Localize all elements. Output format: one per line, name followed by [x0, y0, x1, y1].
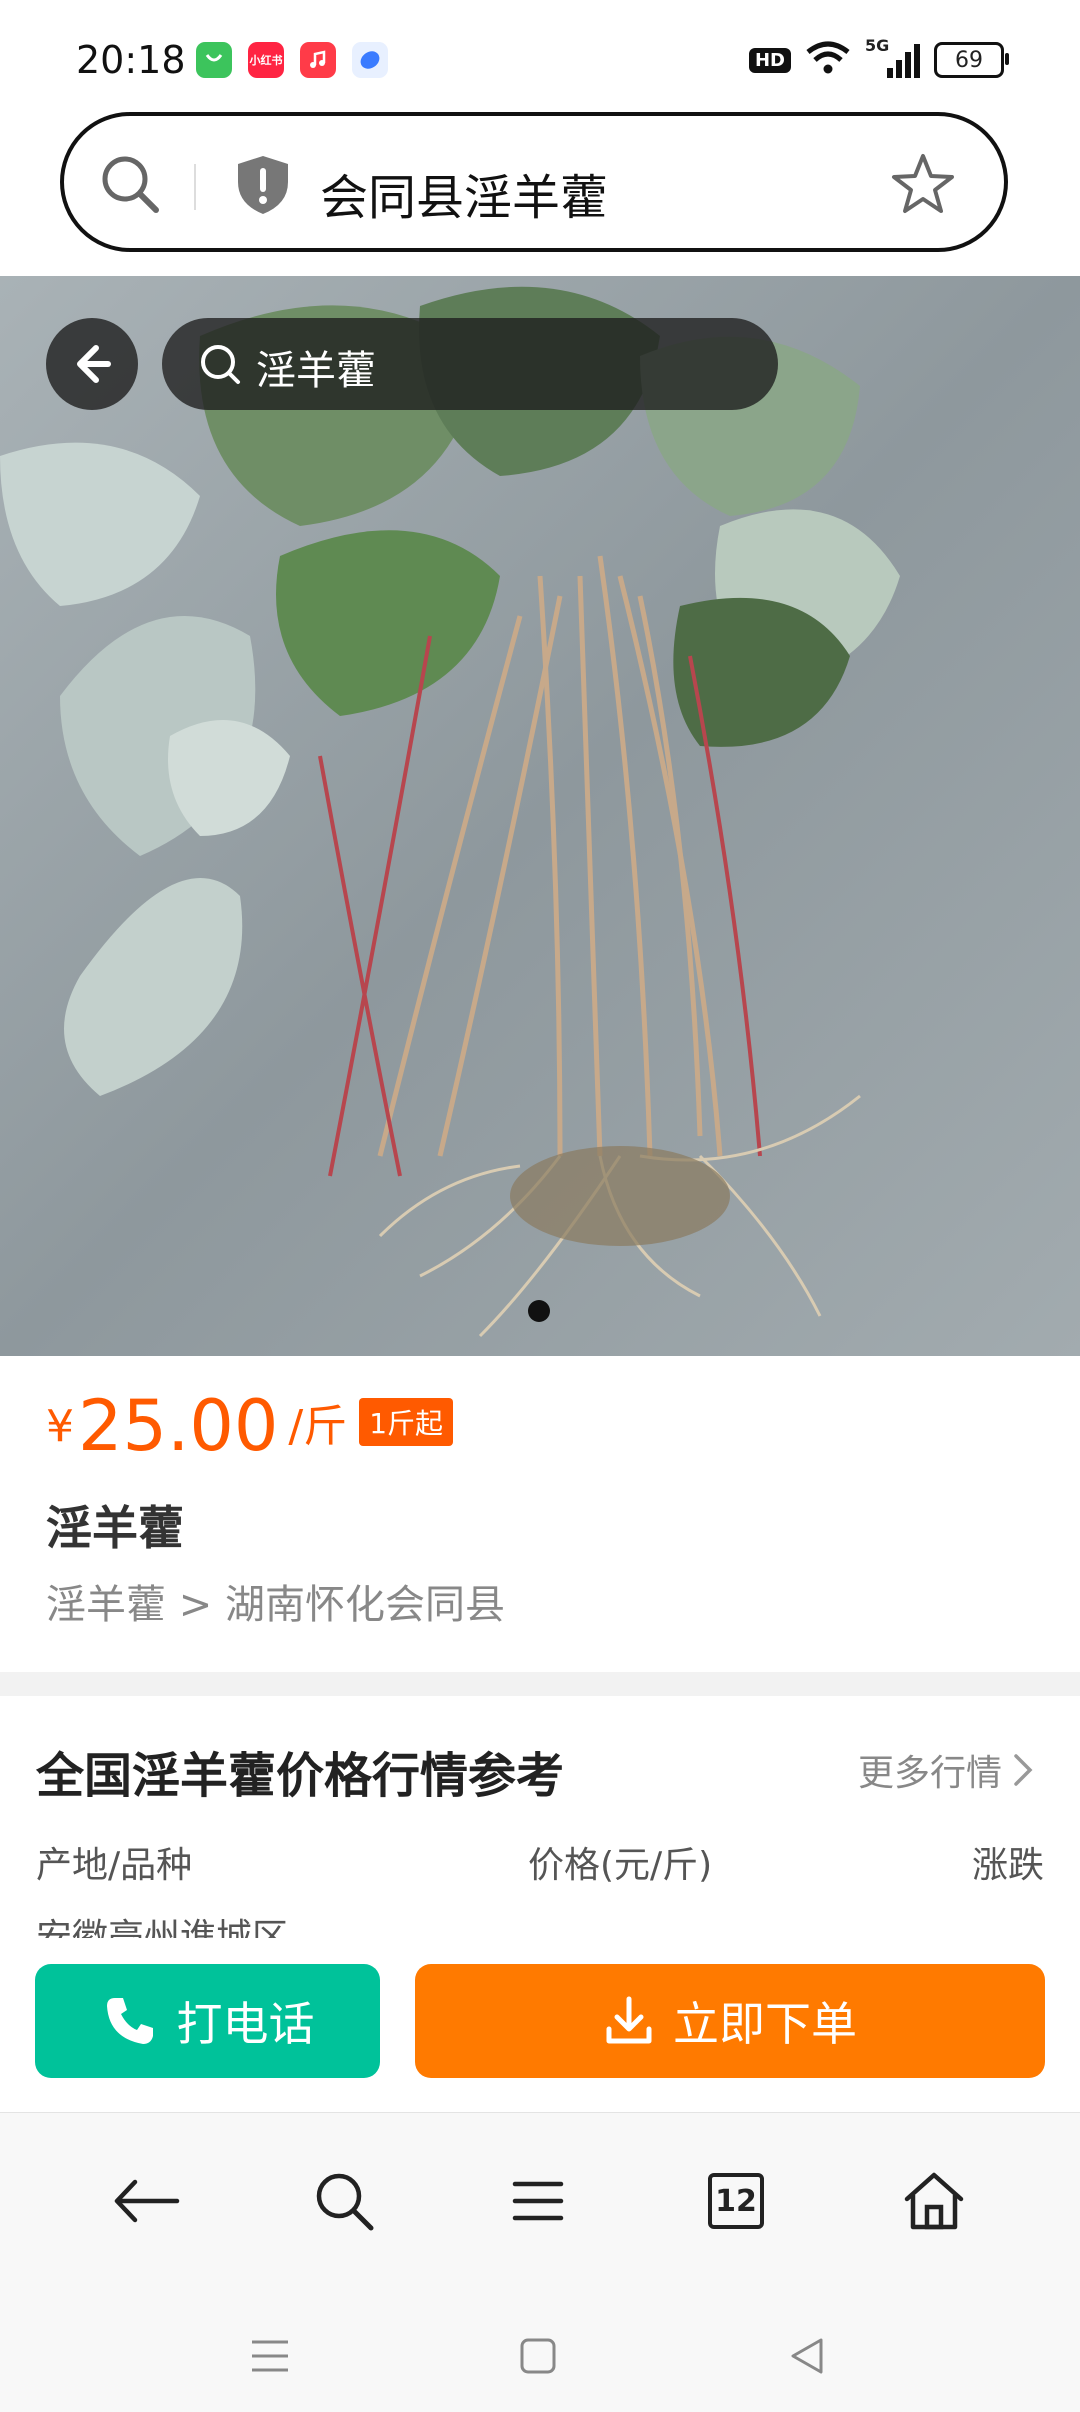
nav-back-button[interactable]: [106, 2161, 186, 2241]
search-icon: [316, 2173, 374, 2231]
arrow-left-icon: [77, 345, 111, 383]
nav-menu-button[interactable]: [498, 2161, 578, 2241]
square-icon: [520, 2338, 556, 2374]
price-unit: /斤: [288, 1401, 348, 1452]
system-home-button[interactable]: [508, 2326, 568, 2386]
image-search-text[interactable]: 淫羊藿: [256, 338, 376, 396]
xiaohongshu-icon: 小红书: [248, 42, 284, 78]
nav-tabs-button[interactable]: 12: [696, 2161, 776, 2241]
image-back-button[interactable]: [46, 318, 138, 410]
product-breadcrumb[interactable]: 淫羊藿 > 湖南怀化会同县: [46, 1572, 505, 1630]
music-icon: [300, 42, 336, 78]
status-bar: 20:18 小红书 HD 5G 69: [0, 0, 1080, 110]
status-time: 20:18: [76, 38, 186, 82]
column-header-origin: 产地/品种: [36, 1845, 193, 1886]
currency-symbol: ¥: [46, 1401, 74, 1452]
phone-icon: [106, 1998, 153, 2044]
download-icon: [606, 1996, 652, 2044]
ball-icon: [352, 42, 388, 78]
divider: [194, 164, 196, 210]
order-now-button[interactable]: 立即下单: [415, 1964, 1045, 2078]
menu-icon: [512, 2181, 564, 2221]
system-nav-bar: [0, 2282, 1080, 2412]
battery-level: 69: [955, 47, 983, 73]
more-market-label[interactable]: 更多行情: [858, 1744, 1002, 1796]
nav-home-button[interactable]: [894, 2161, 974, 2241]
section-divider: [0, 1672, 1080, 1696]
battery-icon: 69: [934, 42, 1009, 78]
recents-icon: [252, 2340, 288, 2372]
status-indicators: HD 5G 69: [748, 36, 1009, 80]
market-row-partial[interactable]: 安徽亳州谯城区: [36, 1908, 636, 1938]
min-order-badge: 1斤起: [359, 1398, 454, 1446]
system-back-button[interactable]: [776, 2326, 836, 2386]
shield-icon[interactable]: [234, 154, 292, 220]
order-button-label[interactable]: 立即下单: [673, 1988, 857, 2054]
url-text[interactable]: 会同县淫羊藿: [320, 158, 608, 228]
notification-app-icons: 小红书: [196, 42, 388, 78]
call-button-label[interactable]: 打电话: [177, 1988, 315, 2054]
price-value: 25.00: [78, 1385, 279, 1467]
nav-search-button[interactable]: [304, 2161, 384, 2241]
triangle-back-icon: [791, 2338, 823, 2374]
browser-address-bar[interactable]: 会同县淫羊藿: [60, 112, 1008, 252]
bookmark-star-icon[interactable]: [890, 152, 956, 222]
call-button[interactable]: 打电话: [35, 1964, 380, 2078]
market-section-title: 全国淫羊藿价格行情参考: [36, 1748, 565, 1804]
plant-photo: [0, 276, 1080, 1356]
system-recents-button[interactable]: [240, 2326, 300, 2386]
product-title: 淫羊藿: [46, 1501, 184, 1555]
leaf-app-icon: [196, 42, 232, 78]
wifi-icon: [805, 40, 851, 80]
network-type: 5G: [865, 36, 890, 55]
column-header-change: 涨跌: [971, 1845, 1044, 1886]
search-icon: [198, 342, 242, 390]
arrow-left-icon: [114, 2179, 180, 2223]
home-icon: [904, 2172, 964, 2230]
product-image[interactable]: [0, 276, 1080, 1356]
search-icon[interactable]: [98, 152, 162, 220]
image-search-bar[interactable]: 淫羊藿: [162, 318, 778, 410]
browser-bottom-nav: 12: [0, 2112, 1080, 2283]
carousel-indicator-dot: [528, 1300, 550, 1322]
market-row-origin[interactable]: 安徽亳州谯城区: [36, 1917, 288, 1938]
chevron-right-icon: [1014, 1754, 1033, 1786]
price-area: ¥ 25.00 /斤 1斤起: [46, 1385, 454, 1467]
more-market-link[interactable]: 更多行情: [858, 1744, 1034, 1796]
column-header-price: 价格(元/斤): [528, 1845, 713, 1886]
tab-count-icon: 12: [708, 2173, 764, 2229]
signal-icon: 5G: [865, 36, 920, 78]
hd-badge: HD: [748, 47, 791, 73]
